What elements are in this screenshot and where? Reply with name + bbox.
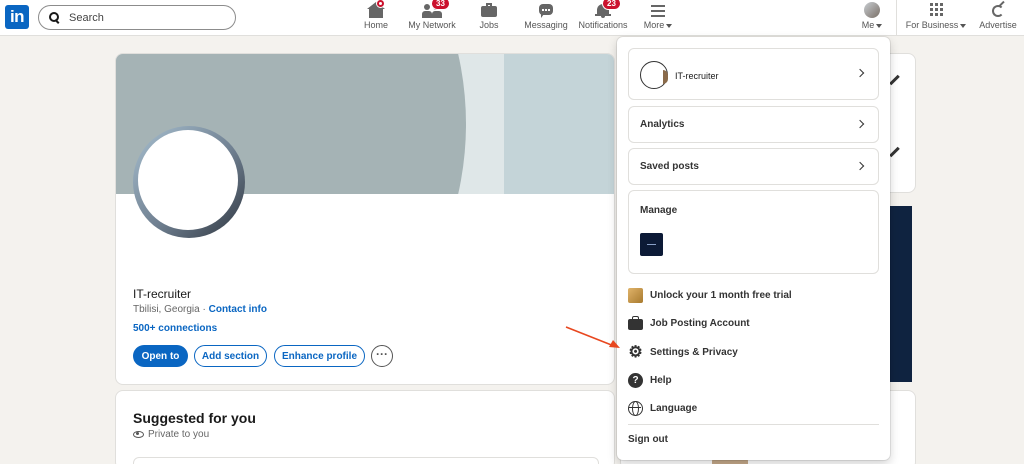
nav-me-label-wrap: Me	[862, 20, 883, 30]
chevron-right-icon	[855, 161, 865, 171]
dropdown-saved-posts[interactable]: Saved posts	[628, 148, 879, 185]
nav-my-network[interactable]: 33 My Network	[405, 0, 459, 36]
add-section-button[interactable]: Add section	[194, 345, 267, 367]
messaging-icon	[536, 2, 556, 18]
avatar	[862, 2, 882, 18]
bell-icon: 23	[593, 0, 621, 18]
profile-card: IT-recruiter Tbilisi, Georgia · Contact …	[115, 53, 615, 385]
dropdown-manage: Manage	[628, 190, 879, 274]
nav-label: Jobs	[479, 20, 499, 30]
linkedin-logo[interactable]: in	[5, 5, 29, 29]
dropdown-item-label: Language	[650, 402, 698, 414]
pencil-icon[interactable]	[889, 74, 900, 86]
managed-page-thumbnail[interactable]	[640, 233, 663, 256]
dropdown-item-label: Settings & Privacy	[650, 346, 738, 358]
me-dropdown-menu: IT-recruiter Analytics Saved posts Manag…	[617, 37, 890, 460]
dropdown-avatar	[640, 61, 668, 89]
dropdown-item-settings[interactable]: ⚙ Settings & Privacy	[628, 342, 879, 362]
dropdown-divider	[628, 424, 879, 425]
dropdown-analytics[interactable]: Analytics	[628, 106, 879, 143]
network-icon: 33	[422, 0, 450, 18]
dropdown-item-label: Job Posting Account	[650, 317, 750, 329]
jobs-icon	[479, 2, 499, 18]
manage-label: Manage	[640, 205, 678, 216]
enhance-profile-button[interactable]: Enhance profile	[274, 345, 365, 367]
caret-down-icon	[876, 23, 883, 28]
saved-posts-label: Saved posts	[640, 161, 699, 172]
nav-divider	[896, 0, 897, 36]
nav-label: Notifications	[578, 20, 628, 30]
chevron-right-icon	[855, 68, 865, 78]
location-separator: ·	[202, 304, 206, 315]
nav-more-label-wrap: More	[644, 20, 673, 30]
avatar-inner	[138, 130, 238, 230]
nav-more[interactable]: More	[641, 0, 675, 36]
profile-location: Tbilisi, Georgia	[133, 304, 200, 315]
dropdown-item-help[interactable]: ? Help	[628, 370, 879, 390]
search-icon	[49, 12, 60, 23]
dropdown-profile-card[interactable]: IT-recruiter	[628, 48, 879, 100]
dropdown-item-free-trial[interactable]: Unlock your 1 month free trial	[628, 285, 879, 305]
nav-jobs[interactable]: Jobs	[476, 0, 502, 36]
connections-link[interactable]: 500+ connections	[133, 323, 217, 334]
privacy-label: Private to you	[148, 429, 210, 440]
nav-label: Advertise	[979, 20, 1017, 30]
profile-name: IT-recruiter	[133, 287, 192, 301]
network-badge: 33	[431, 0, 450, 10]
briefcase-icon	[628, 315, 643, 331]
nav-label: My Network	[408, 20, 456, 30]
notifications-badge: 23	[602, 0, 621, 10]
search-input[interactable]	[69, 11, 219, 24]
chevron-right-icon	[855, 119, 865, 129]
caret-down-icon	[960, 23, 967, 28]
grid-icon	[926, 2, 946, 18]
help-icon: ?	[628, 372, 643, 388]
eye-icon	[133, 431, 144, 438]
dropdown-profile-name: IT-recruiter	[675, 71, 719, 81]
more-actions-button[interactable]: ···	[371, 345, 393, 367]
nav-home[interactable]: Home	[361, 0, 391, 36]
nav-label: Home	[363, 20, 388, 30]
gear-icon: ⚙	[628, 343, 643, 361]
nav-label: Messaging	[524, 20, 568, 30]
globe-icon	[628, 400, 643, 416]
nav-label: For Business	[905, 20, 959, 30]
contact-info-link[interactable]: Contact info	[209, 304, 267, 315]
dropdown-item-language[interactable]: Language	[628, 398, 879, 418]
nav-label: Me	[861, 20, 875, 30]
menu-icon	[648, 2, 668, 18]
suggested-card: Suggested for you Private to you	[115, 390, 615, 464]
privacy-note: Private to you	[133, 429, 209, 440]
suggested-title: Suggested for you	[133, 410, 256, 426]
profile-location-line: Tbilisi, Georgia · Contact info	[133, 304, 267, 315]
suggestion-item[interactable]	[133, 457, 599, 464]
analytics-label: Analytics	[640, 119, 685, 130]
caret-down-icon	[666, 23, 673, 28]
advertise-icon	[988, 0, 1008, 18]
dropdown-item-label: Unlock your 1 month free trial	[650, 289, 792, 301]
dropdown-item-label: Help	[650, 374, 672, 386]
nav-for-business[interactable]: For Business	[904, 0, 968, 36]
premium-icon	[628, 287, 643, 303]
profile-avatar[interactable]	[133, 126, 245, 238]
home-icon	[366, 0, 386, 18]
sign-out-link[interactable]: Sign out	[628, 434, 668, 445]
pencil-icon[interactable]	[889, 146, 900, 158]
nav-business-label-wrap: For Business	[906, 20, 967, 30]
nav-messaging[interactable]: Messaging	[523, 0, 569, 36]
nav-me[interactable]: Me	[858, 0, 886, 36]
nav-advertise[interactable]: Advertise	[977, 0, 1019, 36]
search-bar[interactable]	[38, 5, 236, 30]
dropdown-item-job-posting[interactable]: Job Posting Account	[628, 313, 879, 333]
nav-notifications[interactable]: 23 Notifications	[576, 0, 630, 36]
nav-label: More	[643, 20, 665, 30]
top-navigation: in Home 33 My Network Jobs	[0, 0, 1024, 36]
open-to-button[interactable]: Open to	[133, 345, 188, 367]
